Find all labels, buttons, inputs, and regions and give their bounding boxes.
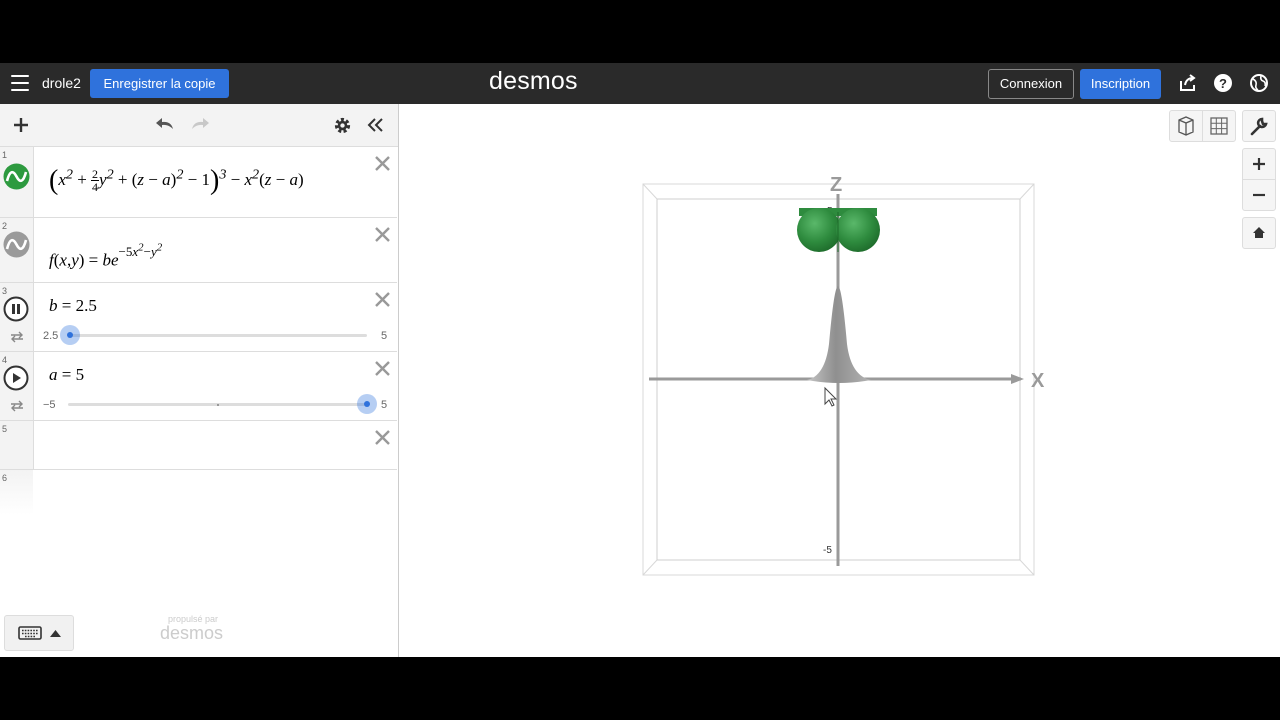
expression-formula[interactable]: f(x,y) = be−5x2−y2 xyxy=(49,242,162,270)
empty-expression[interactable]: 5 xyxy=(0,421,397,470)
expression-gutter: 2 xyxy=(0,218,34,282)
slider-min: −5 xyxy=(43,399,56,411)
z-axis-label: Z xyxy=(830,174,842,196)
x-axis-label: X xyxy=(1031,370,1045,392)
expression-gutter: 3 xyxy=(0,283,34,351)
slider-max: 5 xyxy=(381,399,388,411)
play-icon[interactable] xyxy=(3,365,29,391)
desmos-app: drole2 Enregistrer la copie desmos Conne… xyxy=(0,63,1280,657)
keyboard-toggle-button[interactable] xyxy=(4,615,74,651)
minus-icon xyxy=(1253,193,1265,197)
wave-icon[interactable] xyxy=(3,231,30,258)
slider-max: 5 xyxy=(381,330,388,342)
delete-expression-icon[interactable] xyxy=(374,429,391,446)
mouse-cursor xyxy=(824,386,838,407)
expression-number: 3 xyxy=(2,286,8,296)
graph-3d-view[interactable]: X Z 5 -5 xyxy=(399,104,1280,657)
wrench-icon xyxy=(1250,117,1268,136)
zoom-out-button[interactable] xyxy=(1242,179,1276,211)
expression-gutter: 5 xyxy=(0,421,34,469)
delete-expression-icon[interactable] xyxy=(374,226,391,243)
powered-by[interactable]: propulsé par desmos xyxy=(160,614,224,643)
home-button[interactable] xyxy=(1242,217,1276,249)
desmos-logo: desmos xyxy=(489,67,578,95)
expression-item[interactable]: 2 f(x,y) = be−5x2−y2 xyxy=(0,218,397,283)
caret-up-icon xyxy=(50,630,61,637)
cube-icon xyxy=(1178,116,1194,136)
expression-gutter: 1 xyxy=(0,147,34,217)
slider-expression[interactable]: 4 a = 5 −5 5 xyxy=(0,352,397,421)
menu-icon[interactable] xyxy=(11,75,29,91)
loop-icon[interactable] xyxy=(9,331,25,343)
settings-icon[interactable] xyxy=(333,116,352,135)
undo-icon[interactable] xyxy=(154,116,176,132)
heart-surface[interactable] xyxy=(797,208,880,252)
login-button[interactable]: Connexion xyxy=(988,69,1074,99)
svg-text:?: ? xyxy=(1219,76,1227,91)
collapse-icon[interactable] xyxy=(367,117,385,133)
slider-min: 2.5 xyxy=(43,330,59,342)
slider-handle[interactable] xyxy=(60,325,80,345)
expression-formula[interactable]: (x2 + 2 4y2 + (z − a)2 − 1)3 − x2(z − a) xyxy=(49,165,304,197)
slider-zero-tick xyxy=(217,404,219,406)
home-icon xyxy=(1253,227,1265,238)
3d-view-button[interactable] xyxy=(1169,110,1203,142)
gaussian-surface[interactable] xyxy=(807,286,871,383)
delete-expression-icon[interactable] xyxy=(374,291,391,308)
slider-formula[interactable]: a = 5 xyxy=(49,365,84,385)
delete-expression-icon[interactable] xyxy=(374,155,391,172)
graph-settings-button[interactable] xyxy=(1242,110,1276,142)
slider-expression[interactable]: 3 b = 2.5 2.5 5 xyxy=(0,283,397,352)
expression-number: 4 xyxy=(2,355,8,365)
z-tick-bottom: -5 xyxy=(823,545,832,556)
expression-number: 2 xyxy=(2,221,8,231)
pause-icon[interactable] xyxy=(3,296,29,322)
zoom-in-button[interactable] xyxy=(1242,148,1276,180)
graph-canvas[interactable]: X Z 5 -5 xyxy=(399,104,1280,657)
save-copy-button[interactable]: Enregistrer la copie xyxy=(90,69,229,98)
delete-expression-icon[interactable] xyxy=(374,360,391,377)
slider-track[interactable] xyxy=(68,334,367,337)
expression-gutter: 4 xyxy=(0,352,34,420)
add-icon[interactable] xyxy=(12,116,30,134)
expression-item[interactable]: 1 (x2 + 2 4y2 + (z − a)2 − 1)3 − x2(z − a… xyxy=(0,147,397,218)
help-icon[interactable]: ? xyxy=(1213,73,1233,93)
slider-formula[interactable]: b = 2.5 xyxy=(49,296,97,316)
expression-number: 1 xyxy=(2,150,8,160)
expression-number: 5 xyxy=(2,424,8,434)
loop-icon[interactable] xyxy=(9,400,25,412)
signup-button[interactable]: Inscription xyxy=(1080,69,1161,99)
grid-view-button[interactable] xyxy=(1202,110,1236,142)
expression-panel: 1 (x2 + 2 4y2 + (z − a)2 − 1)3 − x2(z − a… xyxy=(0,104,399,657)
file-title[interactable]: drole2 xyxy=(42,75,81,91)
top-bar: drole2 Enregistrer la copie desmos Conne… xyxy=(0,63,1280,104)
wave-icon[interactable] xyxy=(3,163,30,190)
keyboard-icon xyxy=(18,626,42,640)
expression-toolbar xyxy=(0,104,398,147)
plus-icon xyxy=(1253,158,1265,170)
expression-number: 6 xyxy=(2,473,8,483)
share-icon[interactable] xyxy=(1178,73,1198,93)
globe-icon[interactable] xyxy=(1249,73,1269,93)
grid-icon xyxy=(1210,117,1228,135)
redo-icon[interactable] xyxy=(189,116,211,132)
powered-by-logo: desmos xyxy=(160,623,224,643)
new-expression-gutter[interactable]: 6 xyxy=(0,470,33,515)
slider-handle[interactable] xyxy=(357,394,377,414)
